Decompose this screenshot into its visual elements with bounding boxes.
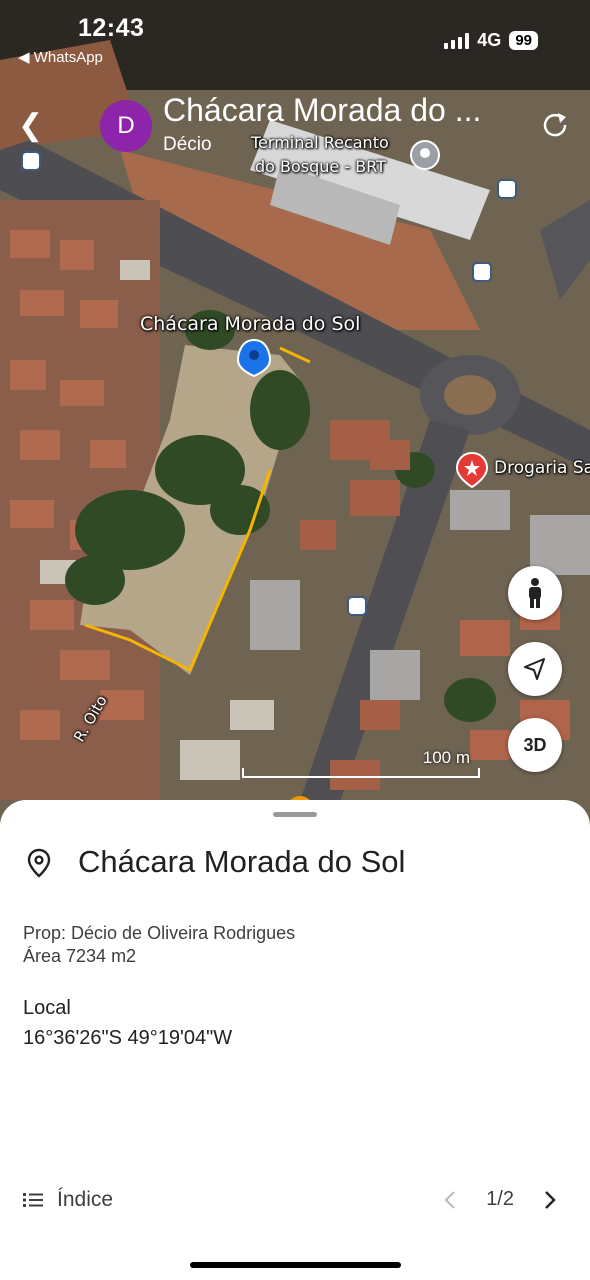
avatar[interactable]: D xyxy=(100,100,152,152)
owner-line: Prop: Décio de Oliveira Rodrigues xyxy=(23,923,296,943)
pager: 1/2 xyxy=(444,1188,556,1211)
location-pin-icon xyxy=(27,848,51,878)
place-title: Chácara Morada do Sol xyxy=(78,844,406,879)
place-map-label[interactable]: Chácara Morada do Sol xyxy=(140,313,360,335)
pegman-icon xyxy=(529,578,541,608)
home-indicator[interactable] xyxy=(190,1262,401,1268)
previous-chevron-icon[interactable] xyxy=(444,1190,456,1210)
next-chevron-icon[interactable] xyxy=(544,1190,556,1210)
place-details-sheet[interactable]: Chácara Morada do Sol Prop: Décio de Oli… xyxy=(0,800,590,1280)
back-to-app-link[interactable]: ◀ WhatsApp xyxy=(18,48,103,66)
list-icon xyxy=(23,1193,43,1207)
network-type: 4G xyxy=(477,30,502,50)
page-indicator: 1/2 xyxy=(486,1188,514,1210)
refresh-icon[interactable] xyxy=(538,108,572,142)
map-title: Chácara Morada do ... xyxy=(163,92,482,128)
status-time: 12:43 xyxy=(78,14,145,42)
store-label[interactable]: Drogaria Sa xyxy=(494,458,590,478)
map-view[interactable]: Terminal Recanto do Bosque - BRT Chácara… xyxy=(0,0,590,830)
scale-line xyxy=(242,768,480,778)
navigation-arrow-icon xyxy=(524,658,545,680)
my-location-button[interactable] xyxy=(508,642,562,696)
store-pin-icon[interactable] xyxy=(456,452,488,488)
battery-badge: 99 xyxy=(509,31,538,50)
scale-label: 100 m xyxy=(422,748,470,767)
status-indicators: 4G 99 xyxy=(444,30,538,51)
3d-toggle-button[interactable]: 3D xyxy=(508,718,562,772)
location-heading: Local xyxy=(23,997,71,1019)
terminal-label-line2[interactable]: do Bosque - BRT xyxy=(255,157,386,176)
index-button[interactable]: Índice xyxy=(23,1188,113,1212)
signal-icon xyxy=(444,32,470,49)
coordinates: 16°36'26"S 49°19'04"W xyxy=(23,1027,233,1049)
street-view-button[interactable] xyxy=(508,566,562,620)
sheet-drag-handle[interactable] xyxy=(273,812,317,817)
back-chevron-icon[interactable]: ❮ xyxy=(18,108,43,143)
map-owner: Décio xyxy=(163,134,212,155)
terminal-label-line1[interactable]: Terminal Recanto xyxy=(251,133,389,152)
place-description: Prop: Décio de Oliveira Rodrigues Área 7… xyxy=(23,922,295,968)
scale-bar: 100 m xyxy=(242,748,480,778)
area-line: Área 7234 m2 xyxy=(23,946,137,966)
index-label: Índice xyxy=(57,1188,114,1211)
